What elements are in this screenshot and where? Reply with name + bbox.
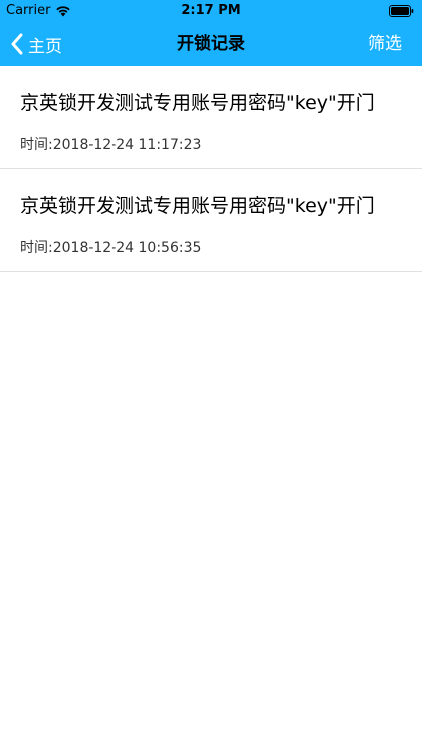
back-button-label: 主页 (28, 36, 62, 57)
list-item[interactable]: 京英锁开发测试专用账号用密码"key"开门 时间:2018-12-24 11:1… (0, 66, 422, 169)
record-time: 时间:2018-12-24 11:17:23 (20, 137, 202, 153)
status-time: 2:17 PM (181, 3, 241, 18)
navigation-bar: 主页 开锁记录 筛选 (0, 22, 422, 66)
chevron-left-icon (11, 33, 23, 55)
record-time: 时间:2018-12-24 10:56:35 (20, 240, 202, 256)
record-title: 京英锁开发测试专用账号用密码"key"开门 (20, 92, 375, 114)
status-bar: Carrier 2:17 PM (0, 0, 422, 22)
page-title: 开锁记录 (177, 34, 245, 54)
back-button[interactable]: 主页 (10, 22, 62, 66)
unlock-record-list: 京英锁开发测试专用账号用密码"key"开门 时间:2018-12-24 11:1… (0, 66, 422, 272)
record-title: 京英锁开发测试专用账号用密码"key"开门 (20, 195, 375, 217)
filter-button[interactable]: 筛选 (368, 22, 402, 66)
list-item[interactable]: 京英锁开发测试专用账号用密码"key"开门 时间:2018-12-24 10:5… (0, 169, 422, 272)
battery-icon (389, 5, 414, 17)
